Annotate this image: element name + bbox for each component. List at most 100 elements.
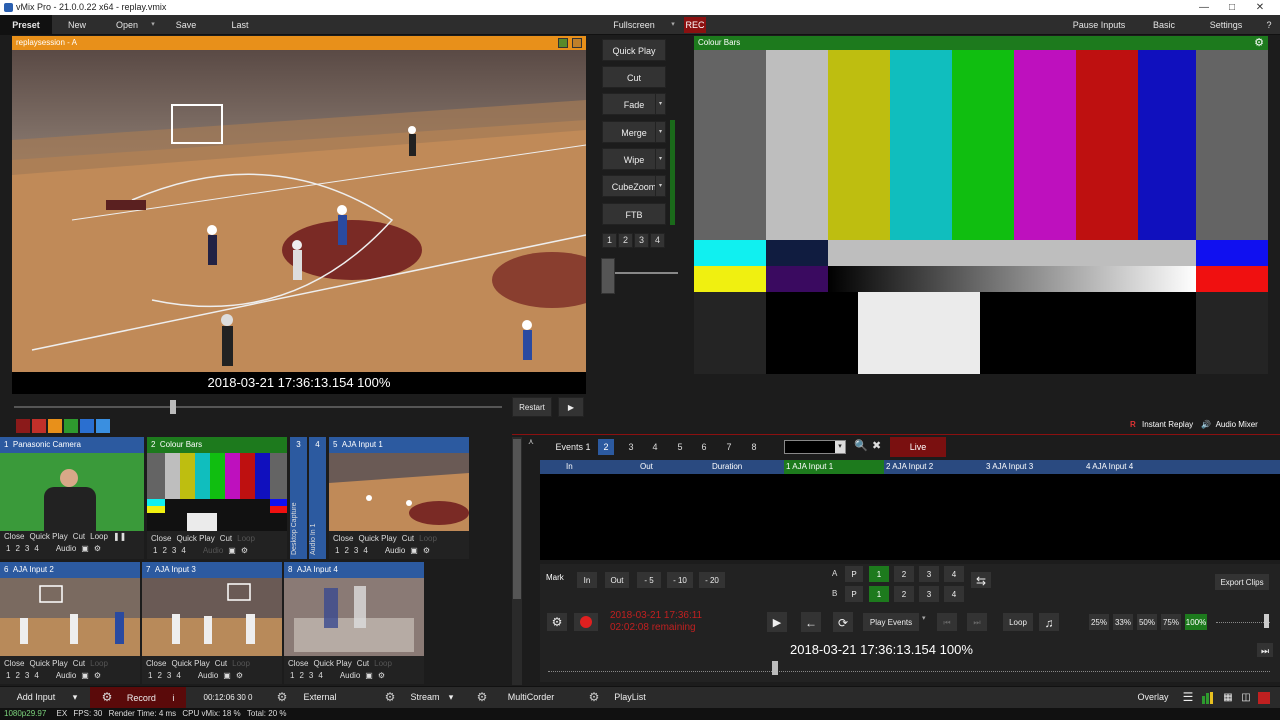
speed-33-button[interactable]: 33%: [1112, 613, 1134, 631]
channel-b-cam-2[interactable]: 2: [893, 585, 915, 603]
replay-loop-icon[interactable]: ⟳: [832, 611, 854, 633]
record-gear-icon[interactable]: ⚙: [102, 690, 113, 704]
swap-channels-icon[interactable]: ⇆: [970, 571, 992, 589]
play-button[interactable]: ▶: [558, 397, 584, 417]
input-tile-8[interactable]: 8 AJA Input 4 Close Quick Play Cut Loop 123…: [284, 562, 424, 684]
red-status-icon[interactable]: [1258, 692, 1270, 704]
output-settings-gear-icon[interactable]: ⚙: [1254, 36, 1264, 49]
play-events-dropdown-icon[interactable]: ▾: [922, 614, 926, 622]
live-button[interactable]: Live: [890, 437, 946, 457]
export-clips-button[interactable]: Export Clips: [1214, 573, 1270, 591]
events-5-tab[interactable]: 5: [673, 437, 687, 457]
layout-icon[interactable]: ◫: [1238, 687, 1254, 708]
tile-gear-icon[interactable]: ⚙: [94, 671, 101, 680]
tile-gear-icon[interactable]: ⚙: [94, 544, 101, 553]
channel-a-cam-2[interactable]: 2: [893, 565, 915, 583]
minimize-icon[interactable]: —: [1190, 0, 1218, 15]
rec-button[interactable]: REC: [684, 17, 706, 33]
events-2-tab[interactable]: 2: [598, 439, 614, 455]
open-dropdown-icon[interactable]: ▾: [148, 15, 158, 35]
preset-button[interactable]: Preset: [0, 15, 52, 35]
monitor-icon[interactable]: ▣: [223, 671, 231, 680]
pin-icon[interactable]: ⋏: [528, 437, 534, 447]
input-tile-3[interactable]: 3 Desktop Capture: [290, 437, 307, 559]
events-3-tab[interactable]: 3: [624, 437, 638, 457]
channel-a-cam-4[interactable]: 4: [943, 565, 965, 583]
inputs-scrollbar-thumb[interactable]: [513, 439, 521, 599]
record-button[interactable]: ⚙ Record i: [90, 687, 186, 708]
basic-button[interactable]: Basic: [1140, 15, 1188, 35]
channel-b-p-button[interactable]: P: [844, 585, 864, 603]
events-7-tab[interactable]: 7: [722, 437, 736, 457]
fade-dropdown-icon[interactable]: ▾: [655, 94, 665, 114]
replay-settings-gear-icon[interactable]: ⚙: [546, 612, 568, 632]
jump-back-10-button[interactable]: - 10: [666, 571, 694, 589]
add-input-dropdown-icon[interactable]: ▾: [70, 687, 80, 708]
fullscreen-preview-icon[interactable]: [572, 38, 582, 48]
inputs-scrollbar[interactable]: [512, 437, 522, 685]
next-event-icon[interactable]: ⏭: [966, 612, 988, 632]
multicorder-button[interactable]: MultiCorder: [500, 687, 562, 708]
speed-slider-track[interactable]: [1216, 622, 1270, 624]
color-tag-swatch[interactable]: [48, 419, 62, 433]
save-button[interactable]: Save: [164, 15, 208, 35]
stream-gear-icon[interactable]: ⚙: [378, 687, 402, 708]
playlist-gear-icon[interactable]: ⚙: [582, 687, 606, 708]
stream-dropdown-icon[interactable]: ▾: [446, 687, 456, 708]
events-6-tab[interactable]: 6: [697, 437, 711, 457]
close-icon[interactable]: ✕: [1246, 0, 1274, 15]
channel-a-p-button[interactable]: P: [844, 565, 864, 583]
go-to-end-icon[interactable]: ⏭: [1256, 642, 1274, 658]
t-bar-handle[interactable]: [601, 258, 615, 294]
events-table-body[interactable]: [540, 474, 1280, 560]
events-4-tab[interactable]: 4: [648, 437, 662, 457]
preview-seek-handle[interactable]: [170, 400, 176, 414]
pause-icon[interactable]: ❚❚: [113, 532, 126, 541]
input-tile-6[interactable]: 6 AJA Input 2 Close Quick Play Cut Loop 123…: [0, 562, 140, 684]
wipe-button[interactable]: Wipe ▾: [602, 148, 666, 170]
loop-button[interactable]: Loop: [1002, 612, 1034, 632]
merge-dropdown-icon[interactable]: ▾: [655, 122, 665, 142]
mark-in-button[interactable]: In: [576, 571, 598, 589]
speed-100-button[interactable]: 100%: [1184, 613, 1208, 631]
mark-out-button[interactable]: Out: [604, 571, 630, 589]
color-tag-swatch[interactable]: [16, 419, 30, 433]
event-filter-select[interactable]: ▾: [784, 440, 846, 454]
transition-4-button[interactable]: 4: [650, 233, 665, 248]
tile-gear-icon[interactable]: ⚙: [241, 546, 248, 555]
multicorder-gear-icon[interactable]: ⚙: [470, 687, 494, 708]
jump-back-20-button[interactable]: - 20: [698, 571, 726, 589]
overlay-button[interactable]: Overlay: [1130, 687, 1176, 708]
play-events-button[interactable]: Play Events: [862, 612, 920, 632]
grid-icon[interactable]: ▦: [1220, 687, 1236, 708]
tile-gear-icon[interactable]: ⚙: [423, 546, 430, 555]
channel-b-cam-1[interactable]: 1: [868, 585, 890, 603]
tile-gear-icon[interactable]: ⚙: [378, 671, 385, 680]
events-8-tab[interactable]: 8: [747, 437, 761, 457]
instant-replay-tab[interactable]: Instant Replay: [1142, 420, 1193, 429]
new-button[interactable]: New: [56, 15, 98, 35]
monitor-icon[interactable]: ▣: [81, 671, 89, 680]
previous-event-icon[interactable]: ⏮: [936, 612, 958, 632]
speed-25-button[interactable]: 25%: [1088, 613, 1110, 631]
channel-b-cam-3[interactable]: 3: [918, 585, 940, 603]
tile-gear-icon[interactable]: ⚙: [236, 671, 243, 680]
input-tile-1[interactable]: 1 Panasonic Camera Close Quick Play Cut Loo…: [0, 437, 144, 559]
add-input-button[interactable]: Add Input: [2, 687, 70, 708]
help-button[interactable]: ?: [1260, 15, 1278, 35]
color-tag-swatch[interactable]: [96, 419, 110, 433]
replay-seek-handle[interactable]: [772, 661, 778, 675]
channel-a-cam-3[interactable]: 3: [918, 565, 940, 583]
channel-b-cam-4[interactable]: 4: [943, 585, 965, 603]
playlist-button[interactable]: PlayList: [608, 687, 652, 708]
record-info-button[interactable]: i: [172, 693, 174, 703]
last-button[interactable]: Last: [218, 15, 262, 35]
settings-button[interactable]: Settings: [1198, 15, 1254, 35]
monitor-icon[interactable]: ▣: [410, 546, 418, 555]
transition-2-button[interactable]: 2: [618, 233, 633, 248]
maximize-icon[interactable]: □: [1218, 0, 1246, 15]
transition-3-button[interactable]: 3: [634, 233, 649, 248]
audio-note-icon[interactable]: ♫: [1038, 612, 1060, 632]
color-tag-swatch[interactable]: [32, 419, 46, 433]
preview-seek-track[interactable]: [14, 406, 502, 408]
